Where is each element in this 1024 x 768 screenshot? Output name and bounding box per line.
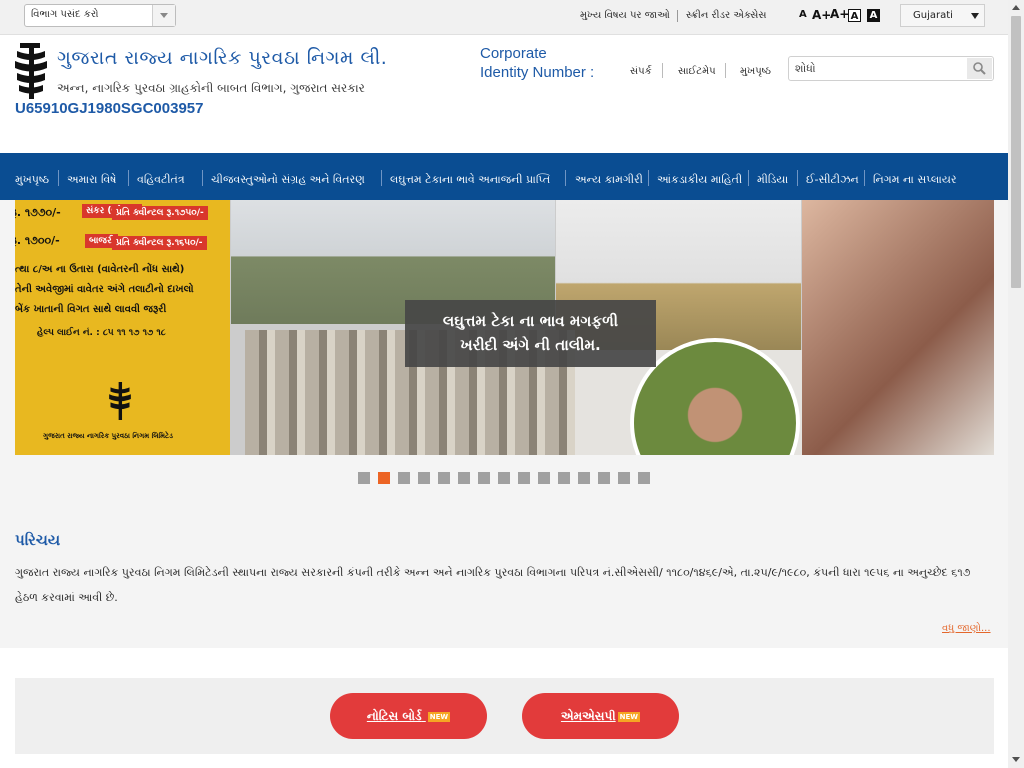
scroll-down-arrow-icon[interactable]: [1012, 757, 1020, 762]
poster-rate: પ્રતિ ક્વીન્ટલ રૂ.૧૬૫૦/-: [112, 236, 207, 250]
notice-board-button[interactable]: નોટિસ બોર્ડ NEW: [330, 693, 487, 739]
slider-dot[interactable]: [478, 472, 490, 484]
new-badge: NEW: [427, 711, 451, 722]
slide-caption-line2: ખરીદી અંગે ની તાલીમ.: [460, 336, 601, 354]
main-navigation: મુખપૃષ્ઠ અમારા વિષે વહિવટીતંત્ર ચીજવસ્તુ…: [0, 153, 1008, 200]
slider-dot[interactable]: [598, 472, 610, 484]
home-link[interactable]: મુખપૃષ્ઠ: [740, 66, 771, 77]
corporation-logo-icon[interactable]: [14, 43, 48, 99]
search-box: [788, 56, 994, 81]
nav-divider: [381, 170, 382, 186]
msp-poster-image: રૂ. ૧૭૭૦/- સંકર (જોલ્સ) પ્રતિ ક્વીન્ટલ ર…: [15, 200, 230, 455]
nav-divider: [58, 170, 59, 186]
read-more-link[interactable]: વધુ જાણો...: [942, 623, 991, 634]
nav-item-about[interactable]: અમારા વિષે: [67, 173, 116, 187]
divider: [677, 10, 678, 22]
slider-dot[interactable]: [498, 472, 510, 484]
contrast-normal-button[interactable]: A: [848, 9, 861, 22]
language-select-value: Gujarati: [913, 10, 953, 21]
department-name: અન્ન, નાગરિક પુરવઠા ગ્રાહકોની બાબત વિભાગ…: [57, 81, 365, 95]
slide-caption-line1: લઘુત્તમ ટેકા ના ભાવ મગફળી: [442, 312, 619, 330]
nav-item-home[interactable]: મુખપૃષ્ઠ: [15, 173, 49, 187]
font-size-largest-button[interactable]: A+: [830, 7, 849, 21]
font-size-decrease-button[interactable]: A: [799, 9, 807, 20]
intro-paragraph: ગુજરાત રાજ્ય નાગરિક પુરવઠા નિગમ લિમિટેડન…: [15, 566, 971, 604]
divider: [662, 63, 663, 78]
corporate-label-line2: Identity Number :: [480, 64, 595, 81]
corporate-label-line1: Corporate: [480, 45, 547, 62]
poster-text: ત્થા ૮/અ ના ઉતારા (વાવેતરની નોંધ સાથે): [15, 264, 185, 275]
slider-dot[interactable]: [558, 472, 570, 484]
hero-slider[interactable]: રૂ. ૧૭૭૦/- સંકર (જોલ્સ) પ્રતિ ક્વીન્ટલ ર…: [15, 200, 994, 455]
slider-dot[interactable]: [358, 472, 370, 484]
poster-helpline: હેલ્પ લાઈન નં. : ૮૫ ૧૧ ૧૭ ૧૭ ૧૮: [37, 328, 166, 338]
quick-links-box: [15, 678, 994, 754]
nav-divider: [128, 170, 129, 186]
scroll-up-arrow-icon[interactable]: [1012, 5, 1020, 10]
slider-dot[interactable]: [578, 472, 590, 484]
page-scrollbar[interactable]: [1008, 0, 1024, 768]
sitemap-link[interactable]: સાઈટમેપ: [678, 66, 716, 77]
msp-label: એમએસપી: [560, 709, 616, 723]
nav-item-storage-distribution[interactable]: ચીજવસ્તુઓનો સંગ્રહ અને વિતરણ: [211, 173, 365, 187]
slider-dot[interactable]: [518, 472, 530, 484]
nav-divider: [565, 170, 566, 186]
nav-divider: [797, 170, 798, 186]
contact-link[interactable]: સંપર્ક: [630, 66, 652, 77]
page: વિભાગ પસંદ કરો મુખ્ય વિષય પર જાઓ સ્ક્રીન…: [0, 0, 1008, 768]
nav-item-statistics[interactable]: આંકડાકીય માહિતી: [657, 173, 742, 187]
nav-divider: [202, 170, 203, 186]
chevron-down-icon: [152, 5, 175, 26]
slider-dot[interactable]: [538, 472, 550, 484]
corporate-identity-label: Corporate Identity Number :: [480, 44, 594, 82]
top-utility-bar: વિભાગ પસંદ કરો મુખ્ય વિષય પર જાઓ સ્ક્રીન…: [0, 0, 1008, 35]
msp-button[interactable]: એમએસપી NEW: [522, 693, 679, 739]
site-header: ગુજરાત રાજ્ય નાગરિક પુરવઠા નિગમ લી. અન્ન…: [0, 35, 1008, 153]
divider: [725, 63, 726, 78]
font-size-increase-button[interactable]: A+: [812, 8, 831, 22]
nav-item-media[interactable]: મીડિયા: [757, 173, 788, 187]
nav-divider: [864, 170, 865, 186]
skip-to-content-link[interactable]: મુખ્ય વિષય પર જાઓ: [580, 10, 670, 21]
slider-dot[interactable]: [638, 472, 650, 484]
slider-dot[interactable]: [618, 472, 630, 484]
search-button[interactable]: [967, 58, 992, 79]
nav-divider: [748, 170, 749, 186]
poster-price: રૂ. ૧૭૭૦/-: [15, 206, 61, 219]
department-select[interactable]: વિભાગ પસંદ કરો: [24, 4, 176, 27]
nav-item-suppliers[interactable]: નિગમ ના સપ્લાયર: [873, 173, 957, 187]
search-icon: [973, 62, 986, 75]
notice-board-label: નોટિસ બોર્ડ: [366, 709, 422, 723]
nav-divider: [648, 170, 649, 186]
organization-name[interactable]: ગુજરાત રાજ્ય નાગરિક પુરવઠા નિગમ લી.: [57, 47, 387, 69]
training-photo: [802, 200, 994, 455]
cin-number: U65910GJ1980SGC003957: [15, 100, 204, 117]
slide-caption: લઘુત્તમ ટેકા ના ભાવ મગફળી ખરીદી અંગે ની …: [405, 300, 656, 367]
screen-reader-link[interactable]: સ્ક્રીન રીડર એક્સેસ: [686, 10, 766, 21]
scrollbar-thumb[interactable]: [1011, 16, 1021, 288]
chevron-down-icon: [971, 13, 979, 19]
slider-dot[interactable]: [418, 472, 430, 484]
poster-text: તેની અવેજીમાં વાવેતર અંગે તલાટીનો દાખલો: [15, 284, 194, 295]
slider-dot[interactable]: [458, 472, 470, 484]
poster-text: બેંક ખાતાની વિગત સાથે લાવવી જરૂરી: [15, 304, 167, 315]
slider-dot[interactable]: [398, 472, 410, 484]
poster-rate: પ્રતિ ક્વીન્ટલ રૂ.૧૭૫૦/-: [112, 206, 208, 220]
slider-dot[interactable]: [438, 472, 450, 484]
poster-logo-icon: [109, 382, 131, 420]
nav-item-msp-procurement[interactable]: લઘુત્તમ ટેકાના ભાવે અનાજની પ્રાપ્તિ: [390, 173, 550, 187]
nav-item-other-work[interactable]: અન્ય કામગીરી: [575, 173, 643, 187]
search-input[interactable]: [795, 59, 965, 77]
nav-item-e-citizen[interactable]: ઈ-સીટીઝન: [806, 173, 859, 187]
slider-dot[interactable]: [378, 472, 390, 484]
new-badge: NEW: [617, 711, 641, 722]
language-select[interactable]: Gujarati: [900, 4, 985, 27]
intro-heading: પરિચય: [15, 531, 61, 549]
department-select-value: વિભાગ પસંદ કરો: [31, 9, 99, 20]
poster-price: રૂ. ૧૭૦૦/-: [15, 234, 60, 247]
poster-footer: ગુજરાત રાજ્ય નાગરિક પુરવઠા નિગમ લિમિટેડ: [43, 432, 173, 440]
contrast-high-button[interactable]: A: [867, 9, 880, 22]
nav-item-administration[interactable]: વહિવટીતંત્ર: [137, 173, 185, 187]
